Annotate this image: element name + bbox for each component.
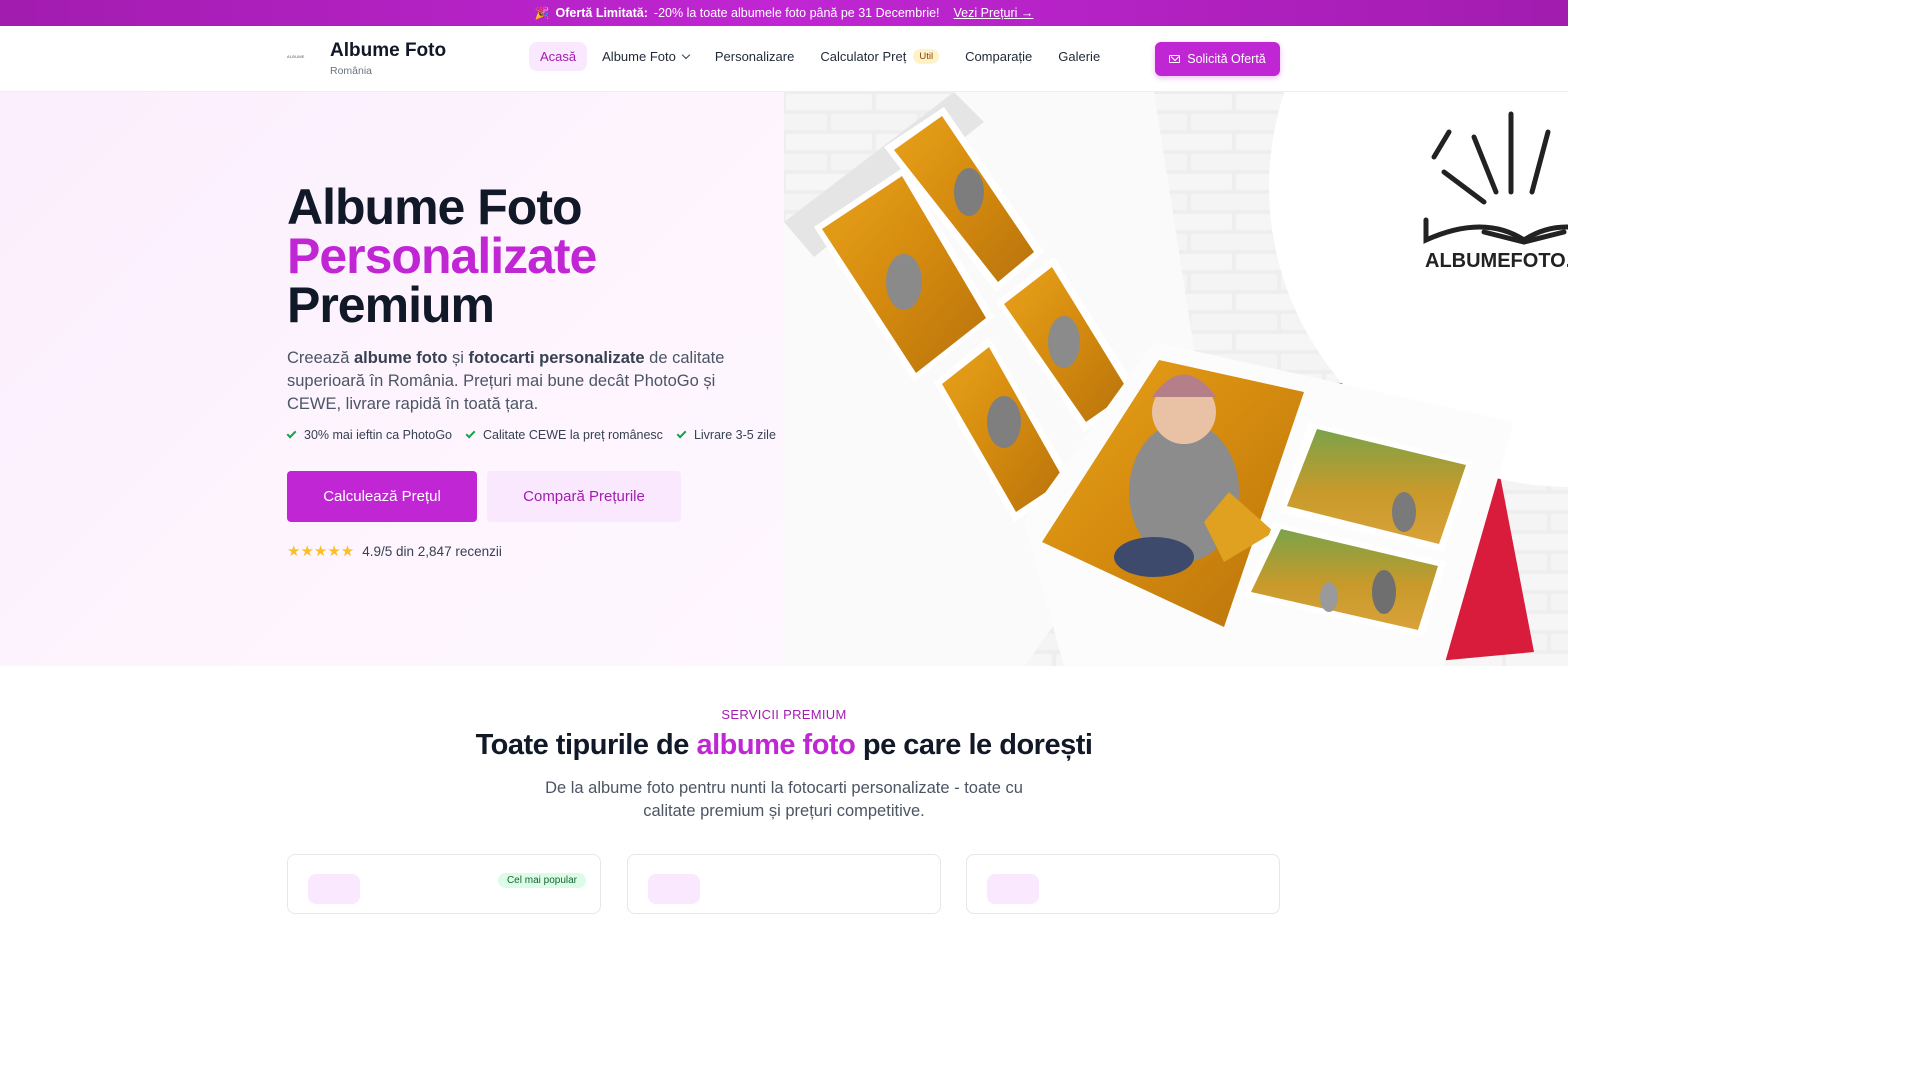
section-title-text: pe care le dorești bbox=[855, 729, 1093, 761]
nav-item-label: Personalizare bbox=[714, 49, 795, 64]
main-nav: Acasă Albume Foto Personalizare Calculat… bbox=[529, 42, 1111, 71]
request-offer-label: Solicită Ofertă bbox=[1187, 52, 1266, 66]
photo-album-illustration: ALBUMEFOTO.C bbox=[784, 92, 1568, 666]
popular-badge: Cel mai popular bbox=[497, 873, 586, 888]
nav-item-label: Comparație bbox=[965, 49, 1033, 64]
hero-description: Creează albume foto și fotocarti persona… bbox=[287, 347, 767, 416]
check-icon bbox=[676, 428, 687, 439]
request-offer-button[interactable]: Solicită Ofertă bbox=[1155, 42, 1280, 76]
feature-label: Livrare 3-5 zile bbox=[693, 428, 776, 442]
desc-strong: fotocarti personalizate bbox=[468, 349, 645, 367]
service-icon bbox=[987, 874, 1039, 904]
hero-title-line3: Premium bbox=[287, 277, 495, 333]
check-icon bbox=[286, 428, 297, 439]
service-icon bbox=[308, 874, 360, 904]
rating: ★★★★★ 4.9/5 din 2,847 recenzii bbox=[287, 542, 502, 560]
section-kicker: SERVICII PREMIUM bbox=[721, 707, 847, 722]
nav-item-label: Galerie bbox=[1058, 49, 1101, 64]
promo-label: Ofertă Limitată: bbox=[555, 6, 648, 20]
brand[interactable]: Albume Foto România bbox=[330, 40, 446, 77]
nav-item-personalize[interactable]: Personalizare bbox=[704, 42, 806, 71]
service-icon bbox=[648, 874, 700, 904]
chevron-down-icon bbox=[681, 50, 691, 60]
service-card[interactable] bbox=[627, 854, 941, 914]
site-header: ALBUME Albume Foto România Acasă Albume … bbox=[0, 26, 1568, 92]
albumefoto-sign-text: ALBUMEFOTO.C bbox=[1425, 250, 1568, 272]
check-icon bbox=[465, 428, 476, 439]
party-icon: 🎉 bbox=[534, 6, 550, 20]
promo-banner: 🎉 Ofertă Limitată: -20% la toate albumel… bbox=[0, 0, 1568, 26]
feature-item: Calitate CEWE la preț românesc bbox=[465, 428, 663, 442]
feature-item: 30% mai ieftin ca PhotoGo bbox=[286, 428, 452, 442]
service-card[interactable] bbox=[966, 854, 1280, 914]
brand-title[interactable]: Albume Foto bbox=[330, 40, 446, 62]
nav-item-label: Albume Foto bbox=[602, 49, 676, 64]
section-description: De la albume foto pentru nunti la fotoca… bbox=[545, 779, 1023, 820]
nav-item-calculator[interactable]: Calculator Preț Util bbox=[809, 42, 950, 71]
desc-strong: albume foto bbox=[353, 349, 448, 367]
compare-prices-button[interactable]: Compară Prețurile bbox=[487, 471, 681, 522]
nav-item-label: Acasă bbox=[540, 49, 577, 64]
feature-list: 30% mai ieftin ca PhotoGo Calitate CEWE … bbox=[286, 428, 776, 442]
hero-image: ALBUMEFOTO.C bbox=[784, 92, 1568, 666]
feature-label: Calitate CEWE la preț românesc bbox=[483, 428, 663, 442]
section-title-accent: albume foto bbox=[696, 729, 856, 761]
nav-item-compare[interactable]: Comparație bbox=[954, 42, 1043, 71]
hero-title-line2: Personalizate bbox=[287, 228, 597, 284]
mail-icon bbox=[1169, 55, 1181, 63]
section-title-text: Toate tipurile de bbox=[475, 729, 697, 761]
feature-label: 30% mai ieftin ca PhotoGo bbox=[304, 428, 452, 442]
promo-link[interactable]: Vezi Prețuri → bbox=[954, 6, 1034, 20]
section-title: Toate tipurile de albume foto pe care le… bbox=[0, 729, 1568, 762]
feature-item: Livrare 3-5 zile bbox=[676, 428, 776, 442]
nav-item-gallery[interactable]: Galerie bbox=[1047, 42, 1111, 71]
star-icon: ★★★★★ bbox=[287, 543, 355, 560]
promo-text: -20% la toate albumele foto până pe 31 D… bbox=[653, 6, 940, 20]
brand-subtitle: România bbox=[330, 65, 373, 77]
nav-item-home[interactable]: Acasă bbox=[529, 42, 588, 71]
calculate-price-button[interactable]: Calculează Prețul bbox=[287, 471, 477, 522]
nav-item-label: Calculator Preț bbox=[820, 49, 907, 64]
util-badge: Util bbox=[913, 49, 940, 64]
rating-text: 4.9/5 din 2,847 recenzii bbox=[362, 543, 502, 559]
service-card[interactable]: Cel mai popular bbox=[287, 854, 601, 914]
hero-title: Albume Foto Personalizate Premium bbox=[287, 179, 597, 333]
logo-icon[interactable]: ALBUME bbox=[287, 54, 304, 62]
hero-title-line1: Albume Foto bbox=[287, 179, 583, 235]
nav-item-albums[interactable]: Albume Foto bbox=[591, 42, 700, 71]
desc-text: Creează bbox=[287, 349, 354, 367]
desc-text: și bbox=[447, 349, 469, 367]
